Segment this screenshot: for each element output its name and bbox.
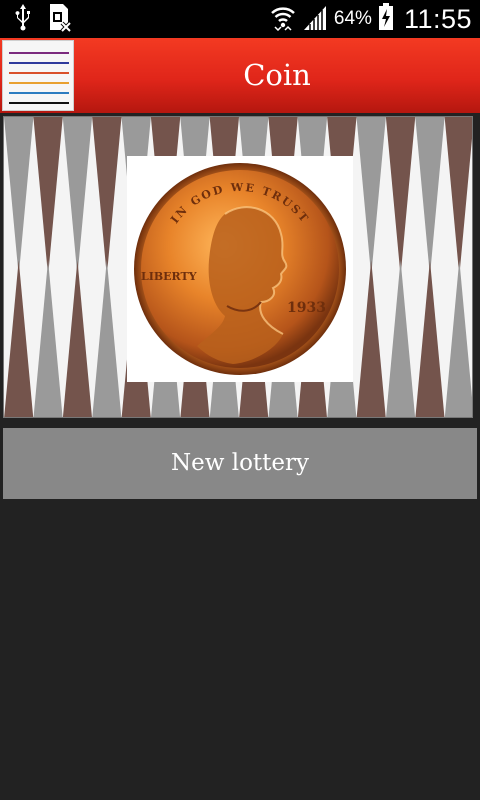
title-bar: Coin [0, 38, 480, 113]
battery-percent: 64% [333, 8, 372, 29]
battery-charging-icon [378, 3, 394, 35]
board-point-bottom [92, 260, 122, 417]
coin-liberty-text: LIBERTY [141, 270, 197, 283]
board-point-top [92, 117, 122, 276]
board-point-top [4, 117, 34, 276]
wifi-icon [270, 3, 296, 35]
coin-year: 1933 [287, 300, 326, 316]
menu-button[interactable] [2, 40, 74, 111]
status-bar: 64% 11:55 [0, 0, 480, 38]
board-point-bottom [386, 260, 416, 417]
board-point-bottom [4, 260, 34, 417]
board-point-top [356, 117, 386, 276]
board-point-bottom [356, 260, 386, 417]
sim-card-icon [48, 2, 72, 36]
board-point-bottom [33, 260, 63, 417]
page-title: Coin [243, 58, 311, 92]
board-point-bottom [415, 260, 445, 417]
coin-image[interactable]: IN GOD WE TRUST LIBERTY 1933 [127, 156, 353, 382]
clock: 11:55 [403, 3, 472, 34]
board-point-top [385, 117, 416, 276]
board-point-top [444, 117, 472, 276]
board-point-top [62, 117, 93, 276]
signal-icon [302, 4, 328, 34]
usb-icon [14, 3, 32, 35]
coin-board: IN GOD WE TRUST LIBERTY 1933 [3, 116, 473, 418]
new-lottery-button[interactable]: New lottery [3, 428, 477, 499]
board-point-top [33, 117, 63, 276]
board-point-bottom [444, 260, 472, 417]
board-point-top [415, 117, 445, 276]
board-point-bottom [62, 260, 92, 417]
